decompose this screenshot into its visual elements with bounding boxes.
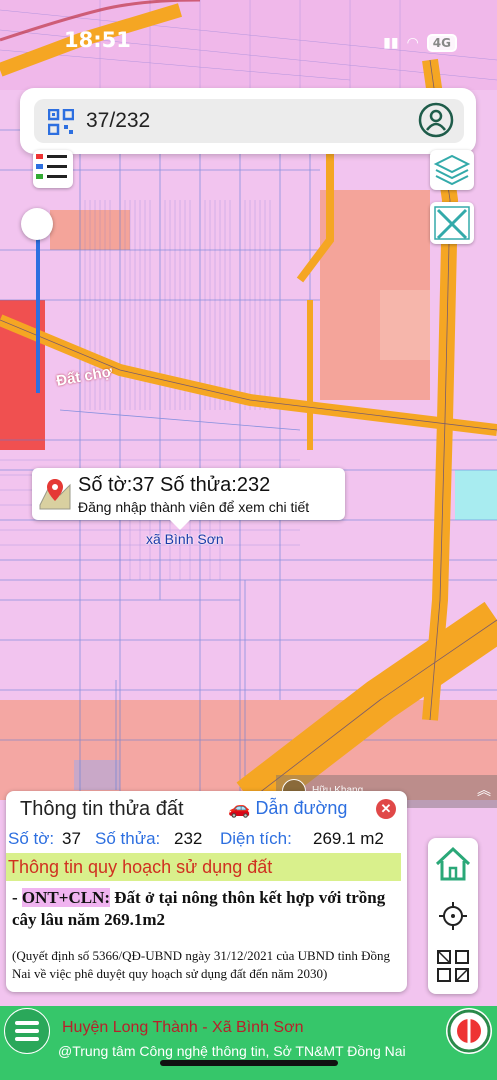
side-action-panel: [428, 838, 478, 994]
locate-icon[interactable]: [433, 896, 473, 936]
zoom-slider-handle[interactable]: [21, 208, 53, 240]
home-icon[interactable]: [433, 844, 473, 884]
measure-icon: [434, 206, 470, 240]
plan-note: (Quyết định số 5366/QĐ-UBND ngày 31/12/2…: [12, 948, 391, 981]
wifi-icon: ◠: [406, 35, 419, 51]
directions-button[interactable]: 🚗 Dẫn đường: [228, 798, 347, 819]
search-bar: 37/232: [20, 88, 476, 154]
menu-icon: [15, 1021, 39, 1041]
district-title: Huyện Long Thành - Xã Bình Sơn: [62, 1019, 304, 1036]
chevron-up-icon: ︽: [477, 782, 491, 798]
copyright-text: @Trung tâm Công nghệ thông tin, Sở TN&MT…: [58, 1043, 406, 1059]
logo-icon: [446, 1008, 492, 1054]
car-icon: 🚗: [228, 798, 251, 818]
search-input[interactable]: 37/232: [34, 99, 464, 143]
layers-icon: [433, 154, 471, 186]
sheet-value: 37: [62, 829, 81, 848]
parcel-info-panel: Thông tin thửa đất 🚗 Dẫn đường ✕ Số tờ: …: [6, 791, 407, 992]
popup-subtitle[interactable]: Đăng nhập thành viên để xem chi tiết: [78, 499, 309, 515]
status-time: 18:51: [64, 28, 131, 52]
popup-title: Số tờ:37 Số thửa:232: [78, 474, 271, 496]
battery-icon: 4G: [426, 34, 457, 52]
legend-button[interactable]: [33, 150, 73, 188]
plan-description: - ONT+CLN: Đất ở tại nông thôn kết hợp v…: [12, 888, 386, 929]
measure-button[interactable]: [430, 202, 474, 244]
user-icon[interactable]: [418, 102, 454, 138]
close-icon[interactable]: ✕: [376, 799, 396, 819]
plan-section-title: Thông tin quy hoạch sử dụng đất: [8, 857, 273, 877]
area-value: 269.1 m2: [313, 829, 384, 848]
menu-button[interactable]: [4, 1008, 50, 1054]
plan-section-header: Thông tin quy hoạch sử dụng đất: [6, 853, 401, 881]
status-icons: ▮▮ ◠ 4G: [383, 30, 457, 56]
area-label: Diện tích:: [220, 829, 292, 848]
layers-button[interactable]: [430, 150, 474, 190]
pin-icon: [39, 479, 71, 510]
map-label-commune: xã Bình Sơn: [146, 531, 224, 547]
sheet-label: Số tờ:: [8, 829, 55, 848]
zoom-slider-track[interactable]: [36, 228, 40, 393]
signal-icon: ▮▮: [383, 35, 399, 51]
grid-icon[interactable]: [433, 946, 473, 986]
search-value: 37/232: [86, 109, 151, 132]
qr-code-icon[interactable]: [48, 109, 74, 135]
plan-code: ONT+CLN:: [21, 888, 111, 907]
home-indicator[interactable]: [160, 1060, 338, 1066]
parcel-label: Số thửa:: [95, 829, 161, 848]
bottom-bar: Huyện Long Thành - Xã Bình Sơn @Trung tâ…: [0, 1006, 497, 1080]
directions-label: Dẫn đường: [255, 798, 348, 818]
parcel-summary-row: Số tờ: 37 Số thửa: 232 Diện tích: 269.1 …: [6, 829, 407, 853]
legend-icon: [36, 154, 67, 179]
parcel-value: 232: [174, 829, 203, 848]
panel-title: Thông tin thửa đất: [20, 798, 184, 820]
parcel-popup[interactable]: Số tờ:37 Số thửa:232 Đăng nhập thành viê…: [32, 468, 345, 530]
